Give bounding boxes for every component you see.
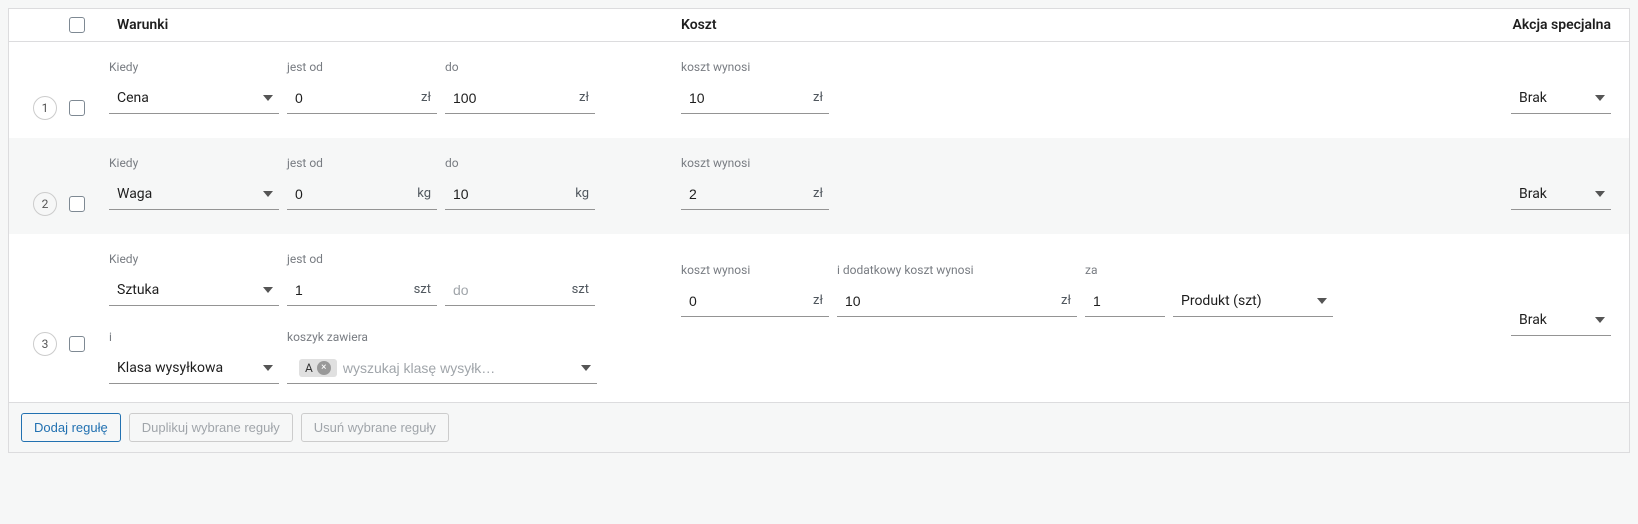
unit-suffix: zł [813,186,829,201]
per-unit-select[interactable]: Produkt (szt) [1173,285,1333,317]
chevron-down-icon [581,365,591,371]
to-label: do [445,156,595,172]
when-label: Kiedy [109,60,279,76]
unit-suffix: zł [421,90,437,105]
cost-label: koszt wynosi [681,156,829,172]
chevron-down-icon [1595,317,1605,323]
chevron-down-icon [1595,191,1605,197]
from-input[interactable] [287,182,417,206]
chip: A × [299,359,337,377]
basket-label: koszyk zawiera [287,330,597,346]
extra-cost-label: i dodatkowy koszt wynosi [837,263,1077,279]
extra-cost-input[interactable] [837,289,1061,313]
when-select[interactable]: Cena [109,82,279,114]
header-cost: Koszt [669,17,1411,33]
from-input[interactable] [287,86,421,110]
header-conditions: Warunki [109,17,669,33]
to-input[interactable] [445,278,572,302]
header-action: Akcja specjalna [1411,17,1611,33]
action-select[interactable]: Brak [1511,304,1611,336]
when-select[interactable]: Sztuka [109,274,279,306]
to-input[interactable] [445,86,579,110]
chevron-down-icon [263,191,273,197]
chevron-down-icon [263,365,273,371]
cost-input[interactable] [681,289,813,313]
to-label: do [445,60,595,76]
rule-checkbox[interactable] [69,336,85,352]
action-select[interactable]: Brak [1511,82,1611,114]
to-input[interactable] [445,182,575,206]
rule-checkbox[interactable] [69,100,85,116]
unit-suffix: kg [575,186,595,201]
add-rule-button[interactable]: Dodaj regułę [21,413,121,442]
unit-suffix: zł [579,90,595,105]
header-row: Warunki Koszt Akcja specjalna [9,9,1629,42]
shipping-class-search-input[interactable] [343,360,581,376]
rule-number: 3 [33,332,57,356]
delete-rules-button[interactable]: Usuń wybrane reguły [301,413,449,442]
when-label: Kiedy [109,252,279,268]
per-input[interactable] [1085,289,1165,313]
footer: Dodaj regułę Duplikuj wybrane reguły Usu… [9,402,1629,452]
and-label: i [109,330,279,346]
unit-suffix: kg [417,186,437,201]
rules-panel: Warunki Koszt Akcja specjalna 1 Kiedy Ce… [8,8,1630,453]
unit-suffix: zł [813,90,829,105]
per-label: za [1085,263,1165,279]
from-input[interactable] [287,278,414,302]
rule-row: 2 Kiedy Waga jest od kg [9,138,1629,234]
cost-label: koszt wynosi [681,263,829,279]
from-label: jest od [287,252,437,268]
chevron-down-icon [1317,298,1327,304]
from-label: jest od [287,60,437,76]
unit-suffix: szt [414,282,437,297]
action-select[interactable]: Brak [1511,178,1611,210]
shipping-class-search[interactable]: A × [287,352,597,384]
select-all-checkbox[interactable] [69,17,85,33]
duplicate-rules-button[interactable]: Duplikuj wybrane reguły [129,413,293,442]
cost-input[interactable] [681,182,813,206]
rule-checkbox[interactable] [69,196,85,212]
sub-when-select[interactable]: Klasa wysyłkowa [109,352,279,384]
chip-label: A [305,361,313,375]
when-select[interactable]: Waga [109,178,279,210]
rule-row: 3 Kiedy Sztuka jest od szt [9,234,1629,402]
unit-suffix: zł [1061,293,1077,308]
chip-remove-icon[interactable]: × [317,361,331,375]
rule-row: 1 Kiedy Cena jest od zł [9,42,1629,138]
when-label: Kiedy [109,156,279,172]
cost-label: koszt wynosi [681,60,829,76]
cost-input[interactable] [681,86,813,110]
from-label: jest od [287,156,437,172]
chevron-down-icon [263,95,273,101]
chevron-down-icon [263,287,273,293]
chevron-down-icon [1595,95,1605,101]
rule-number: 1 [33,96,57,120]
unit-suffix: szt [572,282,595,297]
rule-number: 2 [33,192,57,216]
unit-suffix: zł [813,293,829,308]
